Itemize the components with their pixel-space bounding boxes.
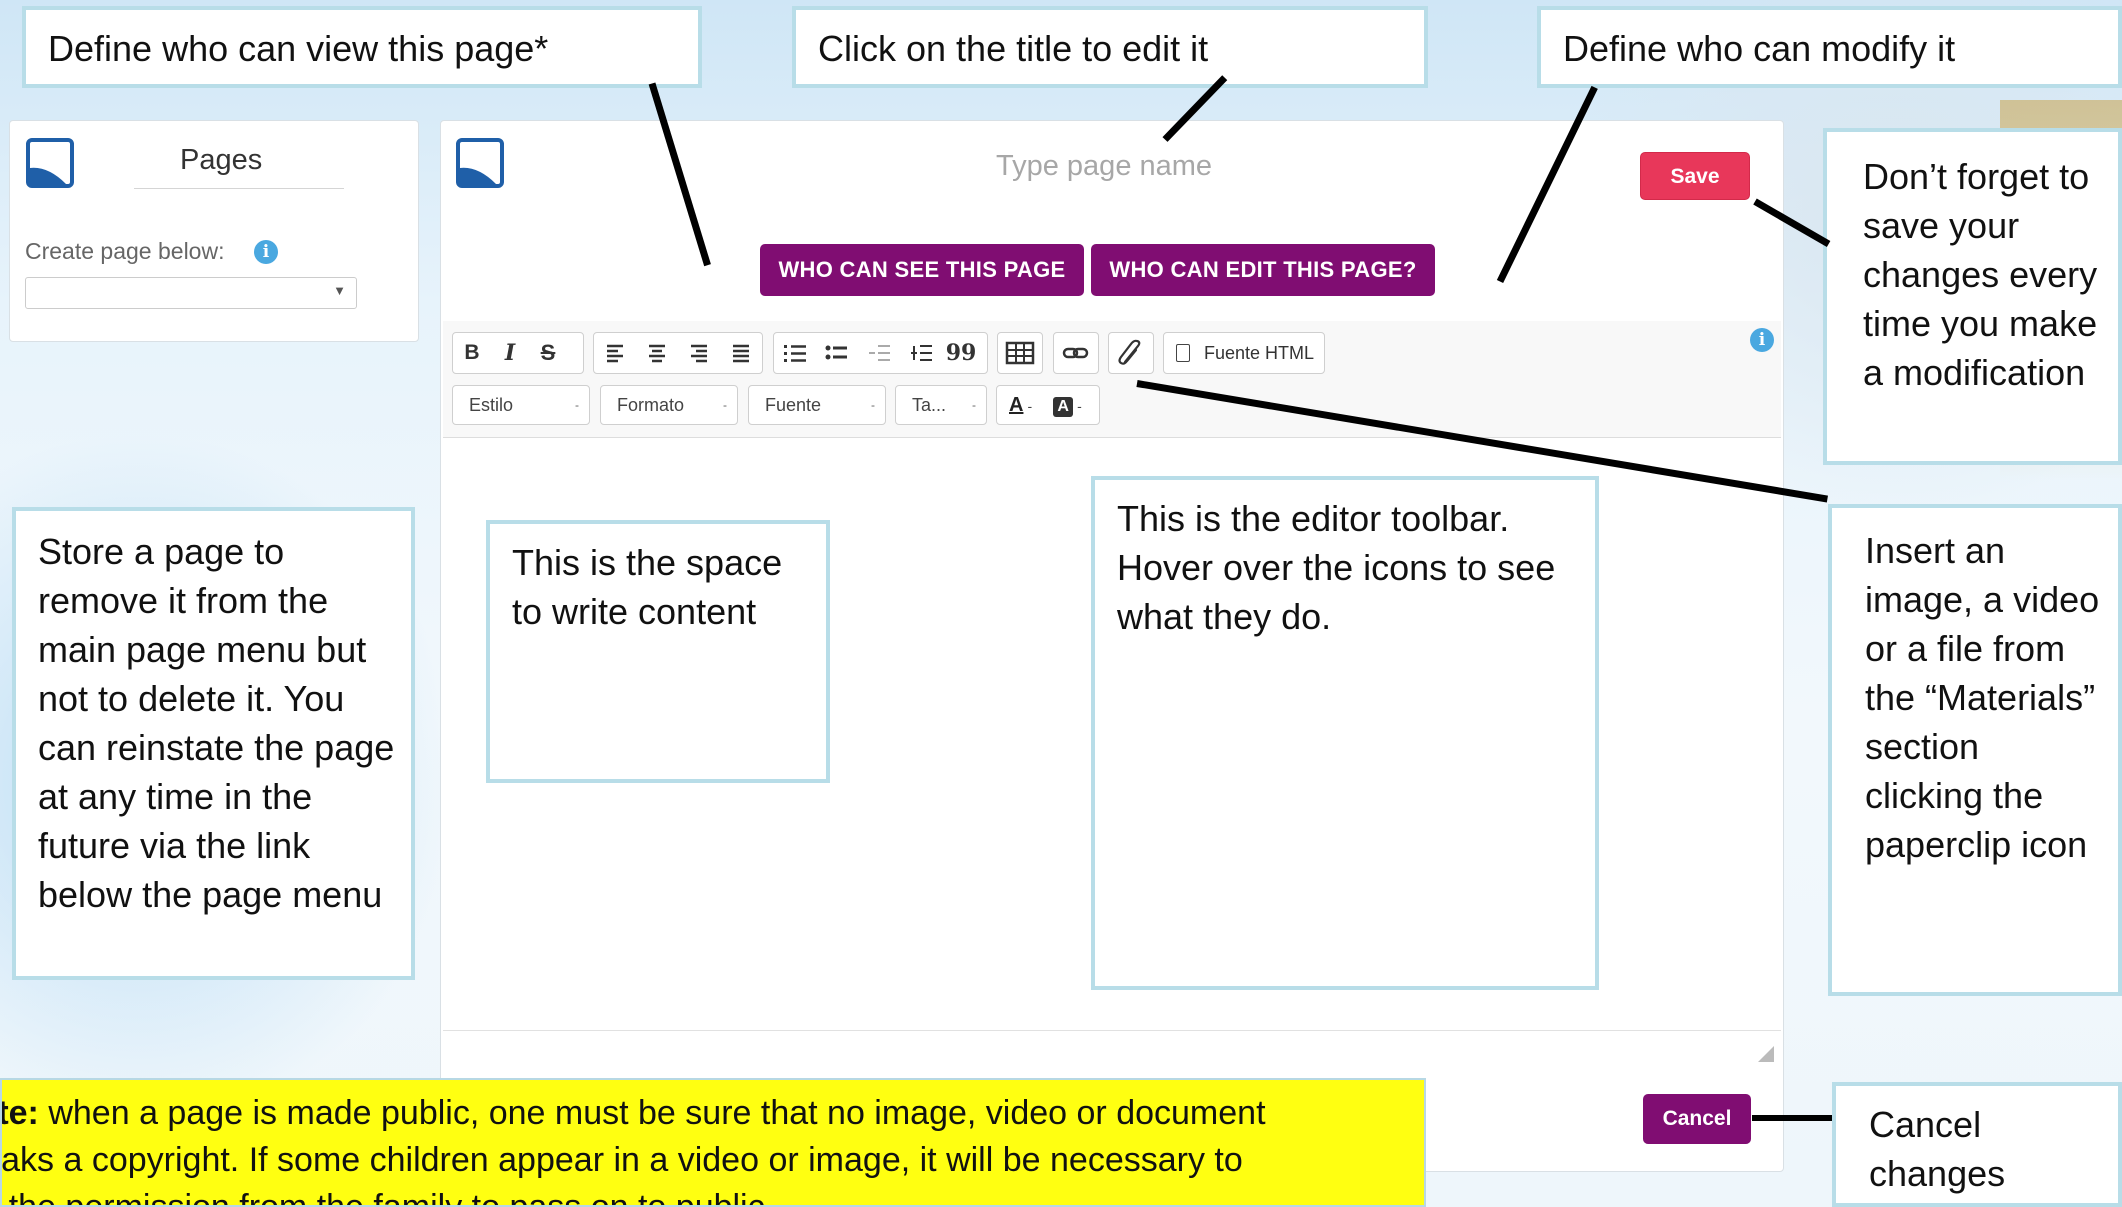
public-page-note: Note: when a page is made public, one mu…: [0, 1078, 1426, 1207]
indent-icon[interactable]: [900, 342, 942, 364]
size-select[interactable]: Ta... -: [895, 385, 987, 425]
align-justify-icon[interactable]: [720, 343, 762, 363]
italic-button[interactable]: I: [491, 340, 529, 366]
color-group: A- A-: [996, 385, 1100, 425]
info-icon[interactable]: i: [1750, 328, 1774, 352]
callout-store-text: Store a page to remove it from the main …: [38, 531, 395, 915]
info-icon[interactable]: i: [254, 240, 278, 264]
cancel-button[interactable]: Cancel: [1643, 1094, 1751, 1144]
link-group: [1053, 332, 1099, 374]
save-button[interactable]: Save: [1640, 152, 1750, 200]
table-group: [997, 332, 1043, 374]
text-color-icon[interactable]: A: [1009, 394, 1023, 416]
callout-title-text: Click on the title to edit it: [818, 28, 1209, 69]
callout-toolbar-text: This is the editor toolbar. Hover over t…: [1117, 498, 1556, 637]
note-line-1: Note: when a page is made public, one mu…: [0, 1090, 1424, 1137]
who-can-see-button[interactable]: WHO CAN SEE THIS PAGE: [760, 244, 1084, 296]
source-html-button[interactable]: Fuente HTML: [1163, 332, 1325, 374]
list-group: 99: [773, 332, 988, 374]
attach-group: [1108, 332, 1154, 374]
callout-content: This is the space to write content: [486, 520, 830, 783]
paperclip-icon[interactable]: [1109, 338, 1153, 368]
source-doc-icon: [1176, 344, 1190, 362]
quote-icon[interactable]: 99: [942, 340, 980, 366]
note-line-3: get the permission from the family to pa…: [0, 1188, 775, 1207]
create-page-label: Create page below:: [25, 238, 225, 264]
outdent-icon[interactable]: [858, 342, 900, 364]
callout-insert-text: Insert an image, a video or a file from …: [1865, 530, 2100, 865]
text-color-dropdown[interactable]: -: [1027, 398, 1032, 414]
resize-grip-icon[interactable]: [1758, 1046, 1774, 1062]
note-line-2: breaks a copyright. If some children app…: [0, 1141, 1243, 1179]
background-color-dropdown[interactable]: -: [1077, 398, 1082, 414]
table-icon[interactable]: [998, 341, 1042, 365]
background-color-icon[interactable]: A: [1053, 397, 1074, 417]
parent-page-select[interactable]: ▼: [25, 277, 357, 309]
callout-save: Don’t forget to save your changes every …: [1823, 128, 2122, 465]
pointer-line-cancel: [1752, 1115, 1832, 1121]
callout-view-text: Define who can view this page*: [48, 28, 549, 69]
numbered-list-icon[interactable]: [774, 342, 816, 364]
chevron-down-icon: ▼: [333, 283, 346, 298]
callout-cancel: Cancel changes: [1832, 1082, 2122, 1207]
callout-toolbar: This is the editor toolbar. Hover over t…: [1091, 476, 1599, 990]
callout-insert: Insert an image, a video or a file from …: [1828, 504, 2122, 996]
text-style-group: B I S: [452, 332, 584, 374]
note-bold-prefix: Note:: [0, 1094, 39, 1132]
align-right-icon[interactable]: [678, 343, 720, 363]
alignment-group: [593, 332, 763, 374]
callout-store: Store a page to remove it from the main …: [12, 507, 415, 980]
callout-title: Click on the title to edit it: [792, 6, 1428, 88]
chevron-down-icon: -: [575, 398, 579, 412]
style-select[interactable]: Estilo -: [452, 385, 590, 425]
strikethrough-button[interactable]: S: [529, 340, 567, 366]
format-select[interactable]: Formato -: [600, 385, 738, 425]
logo-icon: [456, 138, 504, 188]
callout-view: Define who can view this page*: [22, 6, 702, 88]
align-center-icon[interactable]: [636, 343, 678, 363]
chevron-down-icon: -: [972, 398, 976, 412]
editor-status-bar: [443, 1030, 1781, 1071]
callout-content-text: This is the space to write content: [512, 542, 783, 632]
bullet-list-icon[interactable]: [816, 342, 858, 364]
page-name-input[interactable]: Type page name: [996, 150, 1212, 183]
chevron-down-icon: -: [871, 398, 875, 412]
sidebar-title-underline: [134, 188, 344, 189]
bold-button[interactable]: B: [453, 341, 491, 365]
who-can-edit-button[interactable]: WHO CAN EDIT THIS PAGE?: [1091, 244, 1435, 296]
align-left-icon[interactable]: [594, 343, 636, 363]
chevron-down-icon: -: [723, 398, 727, 412]
sidebar-title: Pages: [180, 144, 263, 176]
callout-cancel-text: Cancel changes: [1869, 1104, 2006, 1194]
source-html-label: Fuente HTML: [1204, 343, 1315, 363]
font-select-label: Fuente: [765, 395, 822, 415]
format-select-label: Formato: [617, 395, 685, 415]
callout-save-text: Don’t forget to save your changes every …: [1863, 156, 2098, 393]
note-line-1-text: when a page is made public, one must be …: [38, 1094, 1266, 1132]
style-select-label: Estilo: [469, 395, 514, 415]
font-select[interactable]: Fuente -: [748, 385, 886, 425]
callout-modify-text: Define who can modify it: [1563, 28, 1956, 69]
logo-icon: [26, 138, 74, 188]
callout-modify: Define who can modify it: [1537, 6, 2122, 88]
size-select-label: Ta...: [912, 395, 947, 415]
link-icon[interactable]: [1054, 343, 1098, 363]
